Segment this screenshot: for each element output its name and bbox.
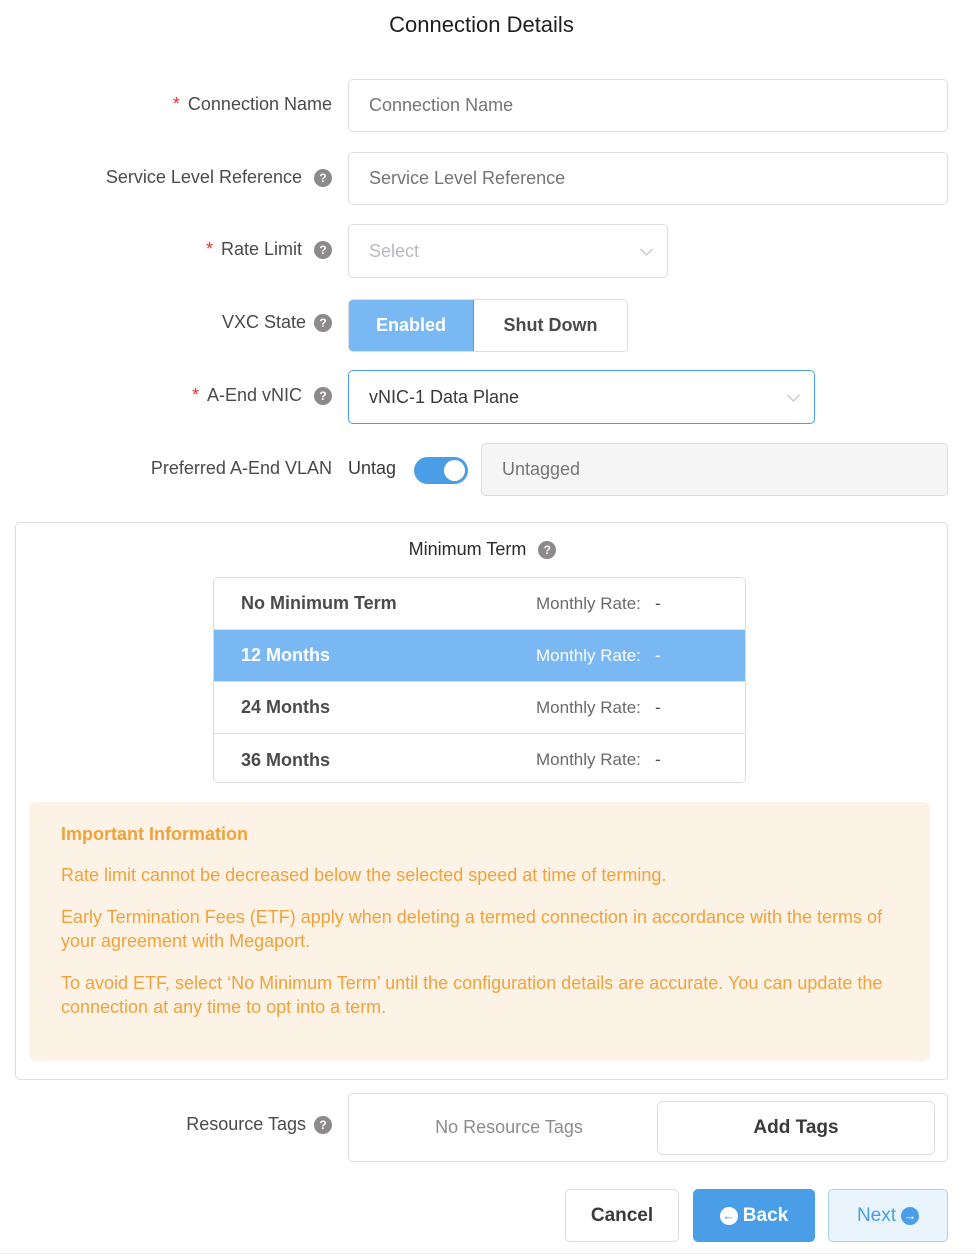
help-icon[interactable]: ? bbox=[314, 240, 332, 259]
vxc-state-toggle: Enabled Shut Down bbox=[348, 299, 628, 352]
back-label: Back bbox=[742, 1204, 789, 1226]
alert-paragraph: Rate limit cannot be decreased below the… bbox=[61, 865, 667, 885]
arrow-right-circle-icon: → bbox=[901, 1206, 920, 1225]
monthly-rate-label: Monthly Rate: bbox=[536, 697, 641, 717]
cancel-label: Cancel bbox=[590, 1204, 654, 1226]
service-level-reference-input[interactable] bbox=[348, 152, 948, 205]
term-name: 24 Months bbox=[241, 697, 331, 717]
vxc-state-shutdown-button[interactable]: Shut Down bbox=[474, 300, 627, 351]
a-end-vnic-label: * A-End vNIC ? bbox=[192, 385, 332, 406]
resource-tags-label-text: Resource Tags bbox=[186, 1114, 306, 1134]
help-icon[interactable]: ? bbox=[314, 386, 332, 405]
help-icon[interactable]: ? bbox=[314, 168, 332, 187]
term-option-36-months[interactable]: 36 Months Monthly Rate: - bbox=[214, 734, 745, 782]
minimum-term-title: Minimum Term bbox=[408, 539, 527, 559]
term-name: 12 Months bbox=[241, 645, 331, 665]
chevron-down-icon bbox=[787, 388, 800, 402]
a-end-vnic-select[interactable]: vNIC-1 Data Plane bbox=[348, 370, 815, 424]
preferred-vlan-label-text: Preferred A-End VLAN bbox=[150, 458, 332, 478]
term-name: 36 Months bbox=[241, 749, 331, 770]
rate-limit-label-text: Rate Limit bbox=[220, 239, 302, 259]
term-option-none[interactable]: No Minimum Term Monthly Rate: - bbox=[214, 578, 745, 630]
service-level-reference-label: Service Level Reference ? bbox=[106, 167, 332, 188]
back-button[interactable]: ← Back bbox=[693, 1189, 815, 1242]
cancel-button[interactable]: Cancel bbox=[565, 1189, 679, 1242]
add-tags-button[interactable]: Add Tags bbox=[657, 1101, 935, 1155]
vxc-state-enabled-button[interactable]: Enabled bbox=[349, 300, 474, 351]
monthly-rate-value: - bbox=[655, 697, 661, 717]
monthly-rate-label: Monthly Rate: bbox=[536, 645, 641, 665]
monthly-rate-value: - bbox=[655, 750, 661, 769]
page-title: Connection Details bbox=[389, 12, 574, 37]
preferred-vlan-label: Preferred A-End VLAN bbox=[151, 458, 332, 479]
next-label: Next bbox=[856, 1204, 897, 1226]
vlan-input[interactable] bbox=[481, 443, 948, 496]
term-list: No Minimum Term Monthly Rate: - 12 Month… bbox=[213, 577, 746, 783]
rate-limit-label: * Rate Limit ? bbox=[206, 239, 332, 260]
connection-name-label: * Connection Name bbox=[173, 94, 332, 115]
a-end-vnic-label-text: A-End vNIC bbox=[206, 385, 302, 405]
resource-tags-label: Resource Tags ? bbox=[186, 1114, 332, 1135]
term-option-12-months[interactable]: 12 Months Monthly Rate: - bbox=[214, 630, 745, 682]
vxc-state-label: VXC State ? bbox=[222, 312, 332, 333]
chevron-down-icon bbox=[640, 242, 653, 256]
arrow-left-circle-icon: ← bbox=[719, 1206, 738, 1225]
no-resource-tags-text: No Resource Tags bbox=[435, 1117, 583, 1137]
a-end-vnic-value: vNIC-1 Data Plane bbox=[369, 386, 520, 407]
alert-paragraph: Early Termination Fees (ETF) apply when … bbox=[61, 907, 883, 951]
resource-tags-box: No Resource Tags Add Tags bbox=[348, 1093, 948, 1162]
help-icon[interactable]: ? bbox=[538, 540, 557, 559]
connection-name-label-text: Connection Name bbox=[187, 94, 332, 114]
help-icon[interactable]: ? bbox=[314, 313, 332, 332]
alert-paragraph: To avoid ETF, select ‘No Minimum Term’ u… bbox=[61, 973, 883, 1017]
minimum-term-panel: Minimum Term ? No Minimum Term Monthly R… bbox=[15, 522, 948, 1080]
monthly-rate-value: - bbox=[655, 645, 661, 665]
required-icon: * bbox=[191, 385, 199, 405]
vxc-state-label-text: VXC State bbox=[221, 312, 306, 332]
monthly-rate-value: - bbox=[655, 593, 661, 613]
service-level-reference-label-text: Service Level Reference bbox=[105, 167, 302, 187]
important-information-alert: Important Information Rate limit cannot … bbox=[29, 802, 930, 1061]
connection-name-input[interactable] bbox=[348, 79, 948, 132]
monthly-rate-label: Monthly Rate: bbox=[536, 593, 641, 613]
help-icon[interactable]: ? bbox=[314, 1115, 332, 1134]
minimum-term-header: Minimum Term ? bbox=[16, 539, 949, 560]
monthly-rate-label: Monthly Rate: bbox=[536, 750, 641, 769]
term-name: No Minimum Term bbox=[241, 593, 397, 613]
alert-title: Important Information bbox=[61, 824, 248, 844]
rate-limit-placeholder: Select bbox=[369, 240, 420, 261]
rate-limit-select[interactable]: Select bbox=[348, 224, 668, 278]
untag-switch[interactable] bbox=[414, 457, 468, 484]
term-option-24-months[interactable]: 24 Months Monthly Rate: - bbox=[214, 682, 745, 734]
required-icon: * bbox=[205, 239, 213, 259]
required-icon: * bbox=[172, 94, 180, 114]
divider bbox=[0, 1253, 976, 1254]
untag-label: Untag bbox=[348, 458, 397, 478]
next-button[interactable]: Next → bbox=[828, 1189, 948, 1242]
